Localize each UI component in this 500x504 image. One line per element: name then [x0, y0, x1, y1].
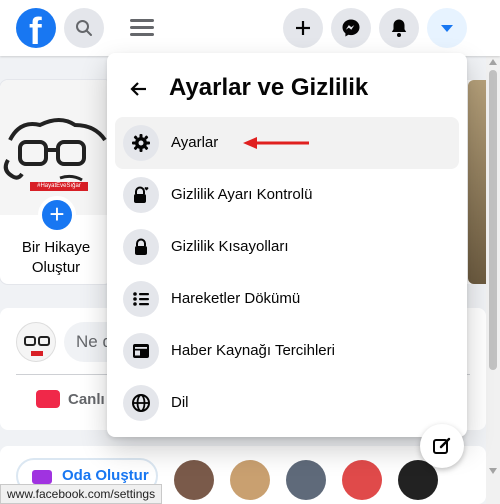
notifications-button[interactable]	[379, 8, 419, 48]
menu-item-settings[interactable]: Ayarlar	[115, 117, 459, 169]
top-navigation-bar: f	[0, 0, 500, 56]
create-room-label: Oda Oluştur	[62, 467, 149, 484]
scroll-up-icon[interactable]	[489, 59, 497, 65]
menu-item-label: Ayarlar	[171, 134, 219, 151]
scroll-down-icon[interactable]	[489, 468, 497, 474]
news-feed-icon	[123, 333, 159, 369]
logo-letter: f	[29, 11, 42, 48]
caret-down-icon	[441, 25, 453, 32]
cartoon-avatar-image	[3, 118, 107, 182]
account-button[interactable]	[427, 8, 467, 48]
menu-item-label: Gizlilik Ayarı Kontrolü	[171, 186, 313, 203]
scrollbar-thumb[interactable]	[489, 70, 497, 370]
new-message-button[interactable]	[420, 424, 464, 468]
create-story-label: Bir Hikaye Oluştur	[21, 239, 91, 276]
avatar[interactable]	[16, 322, 56, 362]
panel-title: Ayarlar ve Gizlilik	[169, 74, 369, 101]
status-bar-url: www.facebook.com/settings	[0, 484, 163, 504]
arrow-left-icon	[130, 82, 146, 96]
live-video-icon[interactable]	[36, 390, 60, 408]
video-room-icon	[32, 470, 52, 484]
story-profile-image: #HayatEveSığar	[0, 80, 112, 215]
globe-icon	[123, 385, 159, 421]
bell-icon	[391, 19, 407, 37]
list-icon	[123, 281, 159, 317]
menu-item-privacy-checkup[interactable]: Gizlilik Ayarı Kontrolü	[115, 169, 459, 221]
facebook-logo[interactable]: f	[16, 8, 56, 48]
story-banner: #HayatEveSığar	[30, 182, 88, 191]
menu-item-label: Gizlilik Kısayolları	[171, 238, 289, 255]
menu-item-label: Hareketler Dökümü	[171, 290, 301, 307]
menu-icon[interactable]	[130, 16, 154, 40]
gear-icon	[123, 125, 159, 161]
add-story-icon[interactable]: +	[38, 196, 76, 234]
contact-avatar[interactable]	[230, 460, 270, 500]
page-scrollbar[interactable]	[486, 56, 500, 504]
lock-heart-icon	[123, 177, 159, 213]
annotation-arrow	[243, 137, 309, 149]
create-button[interactable]	[283, 8, 323, 48]
contact-avatar[interactable]	[286, 460, 326, 500]
messenger-icon	[342, 19, 360, 37]
settings-privacy-dropdown: Ayarlar ve Gizlilik Ayarlar Gizlilik Aya…	[107, 53, 467, 437]
search-icon	[76, 20, 92, 36]
menu-item-activity-log[interactable]: Hareketler Dökümü	[115, 273, 459, 325]
menu-item-privacy-shortcuts[interactable]: Gizlilik Kısayolları	[115, 221, 459, 273]
search-button[interactable]	[64, 8, 104, 48]
menu-item-news-feed-preferences[interactable]: Haber Kaynağı Tercihleri	[115, 325, 459, 377]
lock-icon	[123, 229, 159, 265]
contact-avatar[interactable]	[174, 460, 214, 500]
contact-avatar[interactable]	[342, 460, 382, 500]
compose-icon	[433, 437, 451, 454]
menu-item-label: Dil	[171, 394, 189, 411]
menu-item-label: Haber Kaynağı Tercihleri	[171, 342, 335, 359]
menu-item-language[interactable]: Dil	[115, 377, 459, 429]
back-button[interactable]	[121, 71, 157, 107]
next-story-thumbnail[interactable]	[468, 80, 486, 284]
messenger-button[interactable]	[331, 8, 371, 48]
plus-icon	[296, 21, 310, 35]
